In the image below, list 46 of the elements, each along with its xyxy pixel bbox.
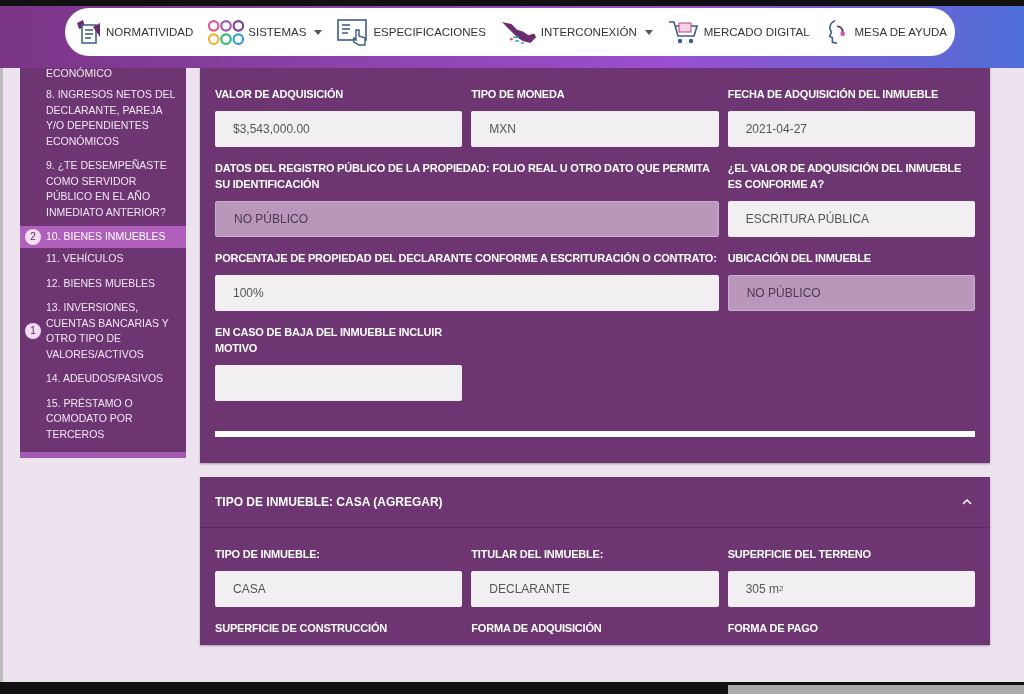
nav-link[interactable]: INTERCONEXIÓN: [499, 17, 653, 47]
input-field[interactable]: CASA: [215, 571, 463, 607]
nav-link[interactable]: MERCADO DIGITAL: [666, 17, 810, 47]
input-field[interactable]: 100%: [215, 275, 719, 311]
field-label: FORMA DE ADQUISICIÓN: [471, 621, 603, 636]
input-field[interactable]: MXN: [471, 111, 719, 147]
field-label: SUPERFICIE DEL TERRENO: [727, 547, 872, 562]
field-label: VALOR DE ADQUISICIÓN: [215, 87, 344, 102]
input-field: NO PÚBLICO: [727, 275, 975, 311]
count-badge: 1: [25, 323, 41, 339]
input-field: NO PÚBLICO: [215, 201, 719, 237]
sidebar-item[interactable]: 14. ADEUDOS/PASIVOS: [20, 368, 186, 393]
input-field[interactable]: 305 m$^{2}$: [727, 571, 975, 607]
sidebar-item[interactable]: 12. BIENES MUEBLES: [20, 272, 186, 297]
nav-link[interactable]: SISTEMAS: [207, 18, 323, 46]
circles-icon: [207, 18, 246, 46]
nav-link[interactable]: NORMATIVIDAD: [73, 17, 194, 47]
sidebar-item[interactable]: 8. INGRESOS NETOS DEL DECLARANTE, PAREJA Y/O DEPENDIENTES ECONÓMICOS: [20, 84, 186, 155]
field-label: FECHA DE ADQUISICIÓN DEL INMUEBLE: [727, 87, 940, 102]
caret-icon: [314, 29, 323, 35]
count-badge: 2: [25, 229, 41, 245]
field-label: PORCENTAJE DE PROPIEDAD DEL DECLARANTE CONFORME A ESCRITURACIÓN O CONTRATO:: [215, 251, 718, 266]
input-field[interactable]: [215, 365, 463, 401]
input-field[interactable]: DECLARANTE: [471, 571, 719, 607]
nav-link[interactable]: MESA DE AYUDA: [823, 17, 947, 47]
nav-link[interactable]: ESPECIFICACIONES: [336, 17, 486, 47]
field-label: UBICACIÓN DEL INMUEBLE: [727, 251, 872, 266]
sidebar-item[interactable]: 15. PRÉSTAMO O COMODATO POR TERCEROS: [20, 392, 186, 448]
input-field[interactable]: 2021-04-27: [727, 111, 975, 147]
field-label: EN CASO DE BAJA DEL INMUEBLE INCLUIR MOTIVO: [215, 325, 443, 356]
field-label: SUPERFICIE DE CONSTRUCCIÓN: [215, 621, 389, 636]
field-label: DATOS DEL REGISTRO PÚBLICO DE LA PROPIEDAD: FOLIO REAL U OTRO DATO QUE PERMITA SU IDENTIFICACIÓN: [215, 161, 711, 192]
field-label: TITULAR DEL INMUEBLE:: [471, 547, 605, 562]
chevron-up-icon: [962, 499, 972, 505]
section-header[interactable]: TIPO DE INMUEBLE: CASA (AGREGAR): [200, 477, 990, 528]
field-label: FORMA DE PAGO: [727, 621, 819, 636]
sidebar-item[interactable]: 2 10. BIENES INMUEBLES: [20, 226, 186, 248]
caret-icon: [644, 29, 653, 35]
sidebar-item[interactable]: ECONÓMICO: [20, 68, 186, 84]
sidebar-item[interactable]: 9. ¿TE DESEMPEÑASTE COMO SERVIDOR PÚBLICO EN EL AÑO INMEDIATO ANTERIOR?: [20, 155, 186, 226]
field-label: TIPO DE INMUEBLE:: [215, 547, 321, 562]
input-field[interactable]: ESCRITURA PÚBLICA: [727, 201, 975, 237]
field-label: ¿EL VALOR DE ADQUISICIÓN DEL INMUEBLE ES CONFORME A?: [727, 161, 963, 192]
sidebar-item[interactable]: 11. VEHÍCULOS: [20, 248, 186, 273]
field-label: TIPO DE MONEDA: [471, 87, 566, 102]
input-field[interactable]: $3,543,000.00: [215, 111, 463, 147]
